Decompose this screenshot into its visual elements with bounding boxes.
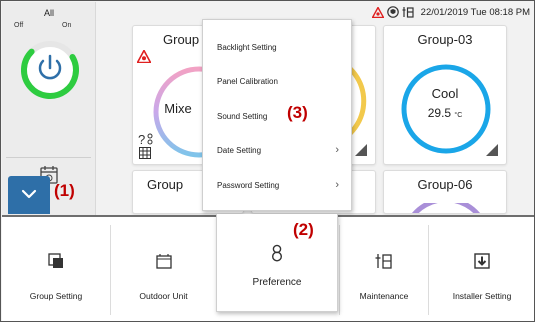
group-temperature: 29.5 °C: [384, 106, 506, 120]
annotation-1: (1): [54, 181, 75, 200]
on-label: On: [62, 22, 72, 29]
sidebar-divider: [6, 157, 91, 158]
group-title: Group-03: [417, 32, 473, 47]
bottom-item-label: Group Setting: [29, 291, 83, 301]
menu-item-label: Backlight Setting: [217, 42, 277, 52]
group-tile-6[interactable]: Group-06: [383, 170, 507, 214]
temperature-unit: °C: [454, 112, 463, 119]
preference-icon: [271, 244, 283, 262]
backlight-setting-item[interactable]: Backlight Setting: [203, 30, 353, 64]
fan-icon: ?: [138, 132, 153, 146]
chevron-right-icon: ›: [335, 179, 339, 191]
bottom-item-label: Outdoor Unit: [139, 291, 188, 301]
maintenance-button[interactable]: Maintenance: [340, 217, 428, 321]
menu-toggle-button[interactable]: [8, 176, 50, 214]
bottom-item-label: Installer Setting: [452, 291, 512, 301]
status-bar: 22/01/2019 Tue 08:18 PM: [371, 4, 530, 20]
menu-item-label: Password Setting: [217, 180, 280, 190]
group-tile-3[interactable]: Group-03 Cool 29.5 °C: [383, 25, 507, 165]
status-datetime: 22/01/2019 Tue 08:18 PM: [420, 6, 530, 18]
group-mode: Mixe: [164, 101, 192, 116]
group-mode: Cool: [431, 86, 459, 101]
installer-setting-icon: [474, 253, 490, 269]
expand-corner-icon: [486, 144, 498, 156]
chevron-right-icon: ›: [335, 144, 339, 156]
date-setting-item[interactable]: Date Setting ›: [203, 133, 353, 167]
tools-icon: [402, 7, 414, 18]
app-frame: All Off On 22/01/2019 Tue 08:18 PM Group…: [0, 0, 535, 322]
menu-item-label: Panel Calibration: [217, 76, 278, 86]
sound-setting-item[interactable]: Sound Setting: [203, 99, 353, 133]
annotation-3: (3): [287, 103, 308, 122]
group-title: Group-06: [417, 177, 473, 192]
off-label: Off: [14, 22, 24, 29]
group-setting-button[interactable]: Group Setting: [2, 217, 110, 321]
warning-icon: [371, 6, 384, 18]
panel-calibration-item[interactable]: Panel Calibration: [203, 64, 353, 98]
annotation-2: (2): [293, 220, 314, 239]
maintenance-icon: [375, 254, 392, 269]
mode-ring: [412, 203, 480, 213]
svg-text:?: ?: [138, 132, 145, 146]
menu-item-label: Date Setting: [217, 145, 262, 155]
temperature-value: 29.5: [427, 106, 452, 120]
outdoor-unit-icon: [155, 254, 172, 269]
expand-corner-icon: [355, 144, 367, 156]
bottom-item-label: Preference: [252, 277, 302, 288]
warning-icon: [137, 50, 151, 63]
bottom-item-label: Maintenance: [359, 291, 409, 301]
outdoor-unit-button[interactable]: Outdoor Unit: [111, 217, 216, 321]
installer-setting-button[interactable]: Installer Setting: [429, 217, 534, 321]
preference-dropdown: Backlight Setting Panel Calibration Soun…: [202, 19, 352, 211]
all-label: All: [43, 8, 54, 18]
chevron-down-icon: [21, 189, 37, 199]
preference-button[interactable]: Preference: [216, 214, 338, 312]
all-power-toggle[interactable]: [19, 39, 81, 101]
password-setting-item[interactable]: Password Setting ›: [203, 168, 353, 202]
menu-item-label: Sound Setting: [217, 111, 268, 121]
grid-icon: [139, 147, 151, 159]
group-setting-icon: [48, 253, 63, 268]
shield-icon: [386, 6, 399, 18]
